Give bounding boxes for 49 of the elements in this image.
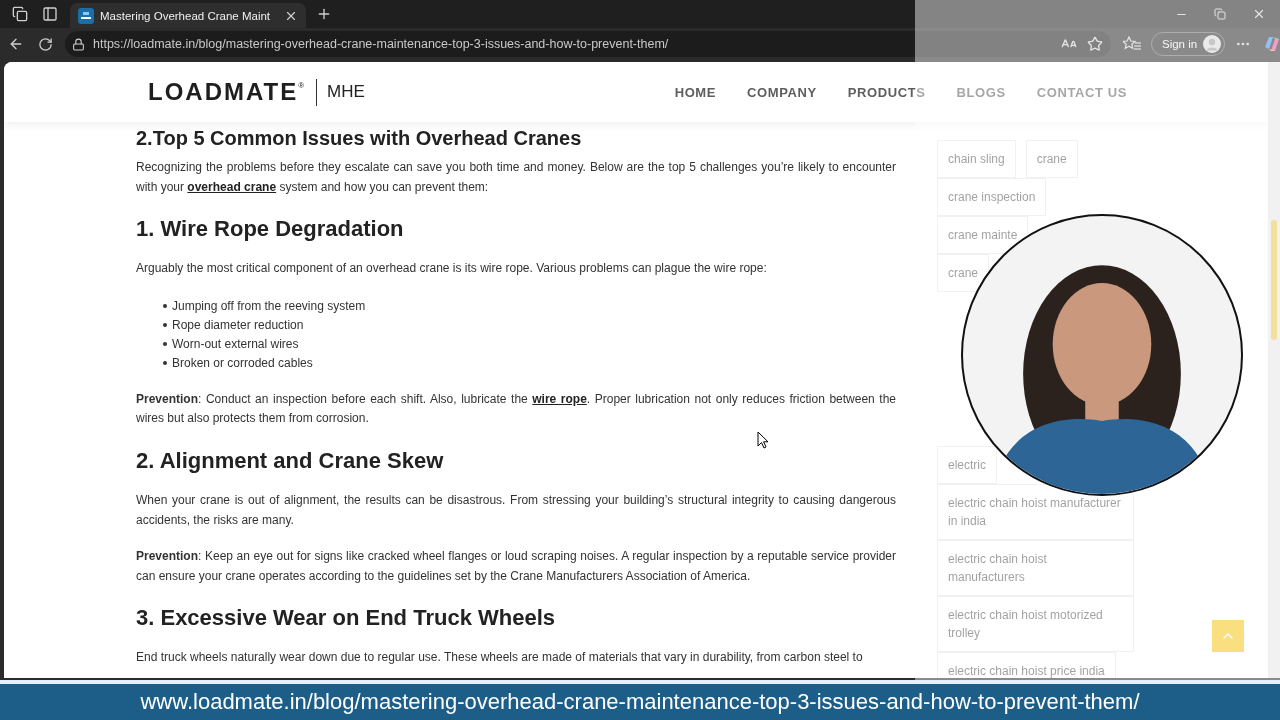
tag-link[interactable]: chain sling <box>937 140 1016 178</box>
nav-link[interactable]: COMPANY <box>747 84 817 100</box>
stacked-squares-icon[interactable] <box>12 6 28 22</box>
article-heading: 2. Alignment and Crane Skew <box>136 447 445 474</box>
tag-link[interactable]: electric chain hoist manufacturers <box>937 540 1134 596</box>
list-item: Rope diameter reduction <box>172 316 304 334</box>
bullet-icon <box>163 342 167 347</box>
bullet-icon <box>163 361 167 366</box>
scrollbar-thumb[interactable] <box>1271 220 1277 340</box>
browser-tab[interactable]: Mastering Overhead Crane Maint <box>70 3 307 28</box>
paragraph: Prevention: Conduct an inspection before each shift. Also, lubricate the wire rope. Proper lubrication not only reduces friction between the wires but also protects them from corrosion. <box>136 390 896 428</box>
paragraph: Recognizing the problems before they escalate can save you both time and money. Below are the top 5 challenges you’re likely to encounter with your overhead crane system and how you can prevent them: <box>136 159 896 196</box>
tag-link[interactable]: crane <box>1025 140 1078 178</box>
article-heading: 3. Excessive Wear on End Truck Wheels <box>136 605 556 632</box>
bullet-icon <box>163 323 167 328</box>
tag-link[interactable]: crane inspection <box>937 178 1047 216</box>
favicon-icon <box>78 7 94 24</box>
list-item: Broken or corroded cables <box>172 354 313 372</box>
star-list-icon[interactable] <box>1123 36 1141 52</box>
nav-link[interactable]: CONTACT US <box>1036 84 1127 100</box>
text-link[interactable]: wire rope <box>532 391 587 406</box>
nav-link[interactable]: PRODUCTS <box>847 84 926 100</box>
app-logo-icon[interactable] <box>1263 35 1280 53</box>
refresh-icon[interactable] <box>38 36 53 52</box>
paragraph: Prevention: Keep an eye out for signs like cracked wheel flanges or loud scraping noises. A regular inspection by a reputable service provider can ensure your crane operates according to the guidelines set by the Crane Manufacturers Association of America. <box>136 548 896 585</box>
section-heading: 2.Top 5 Common Issues with Overhead Cranes <box>136 126 583 150</box>
nav-link[interactable]: BLOGS <box>956 84 1006 100</box>
lock-icon[interactable] <box>72 37 85 51</box>
url-banner: www.loadmate.in/blog/mastering-overhead-crane-maintenance-top-3-issues-and-how-to-prevent-them/ <box>0 680 1280 720</box>
avatar-icon <box>1203 35 1222 53</box>
site-logo[interactable]: LOADMATE® MHE <box>148 78 365 106</box>
list-item: Jumping off from the reeving system <box>172 297 366 315</box>
paragraph: End truck wheels naturally wear down due to regular use. These wheels are made of materials that vary in durability, from carbon steel to <box>136 649 864 667</box>
panel-icon[interactable] <box>42 6 58 22</box>
paragraph: Arguably the most critical component of an overhead crane is its wire rope. Various problems can plague the wire rope: <box>136 260 768 278</box>
text-link[interactable]: overhead crane <box>187 179 277 194</box>
star-icon[interactable] <box>1087 36 1103 52</box>
restore-icon[interactable] <box>1214 8 1226 20</box>
scrollbar[interactable] <box>1268 62 1280 678</box>
list-item: Worn-out external wires <box>172 335 299 353</box>
address-bar[interactable]: https://loadmate.in/blog/mastering-overhead-crane-maintenance-top-3-issues-and-how-to-prevent-them/ <box>65 31 1111 57</box>
mouse-cursor-icon <box>757 431 769 449</box>
back-icon[interactable] <box>8 36 24 52</box>
article-heading: 1. Wire Rope Degradation <box>136 216 405 243</box>
paragraph: When your crane is out of alignment, the results can be disastrous. From stressing your building’s structural integrity to causing dangerous accidents, the risks are many. <box>136 491 896 529</box>
nav-link[interactable]: HOME <box>674 84 717 100</box>
bullet-icon <box>163 304 167 309</box>
tag-link[interactable]: electric chain hoist motorized trolley <box>937 596 1134 652</box>
sign-in-button[interactable]: Sign in <box>1151 32 1226 56</box>
